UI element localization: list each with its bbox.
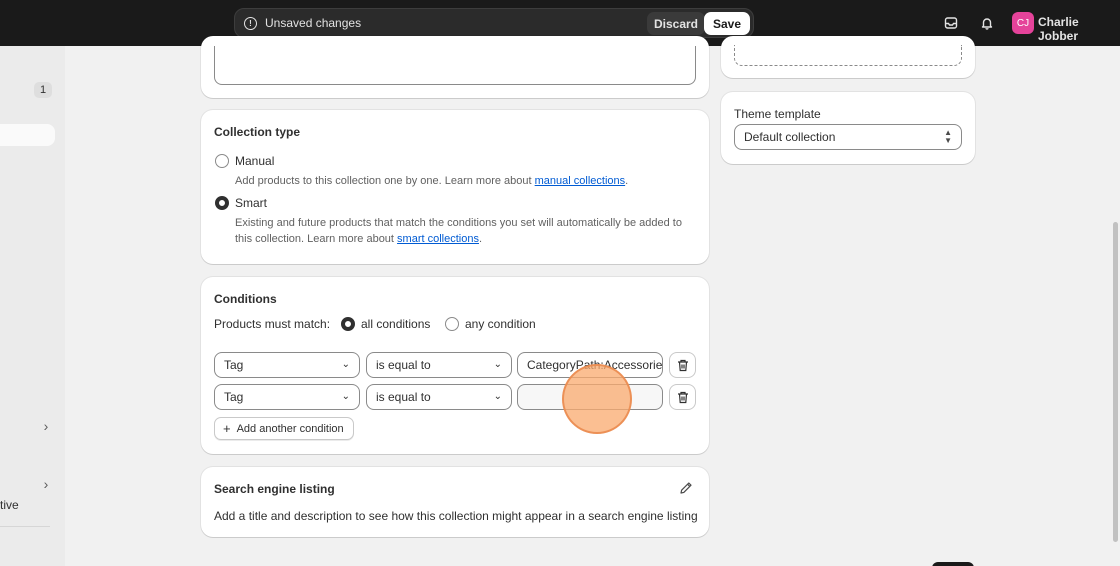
unsaved-changes-bar: ! Unsaved changes Discard Save bbox=[234, 8, 754, 38]
manual-description-text: Add products to this collection one by o… bbox=[235, 175, 535, 187]
condition-operator-select[interactable]: is equal to ⌄ bbox=[366, 352, 512, 378]
sidebar-count-badge: 1 bbox=[34, 82, 52, 98]
floating-button[interactable] bbox=[932, 562, 974, 566]
manual-radio[interactable] bbox=[215, 154, 229, 168]
edit-pencil-icon[interactable] bbox=[679, 481, 693, 495]
condition-field-value: Tag bbox=[224, 358, 244, 372]
unsaved-changes-label: Unsaved changes bbox=[265, 16, 362, 30]
sidebar: 1 › › tive bbox=[0, 46, 65, 566]
search-engine-listing-card: Search engine listing Add a title and de… bbox=[201, 467, 709, 537]
discard-button[interactable]: Discard bbox=[646, 12, 705, 35]
add-condition-label: Add another condition bbox=[236, 422, 344, 435]
seo-description: Add a title and description to see how t… bbox=[214, 509, 698, 523]
alert-circle-icon: ! bbox=[244, 16, 257, 30]
smart-label[interactable]: Smart bbox=[235, 196, 267, 210]
avatar[interactable]: CJ bbox=[1012, 12, 1034, 34]
chevron-down-icon: ⌄ bbox=[341, 359, 350, 370]
trash-icon bbox=[677, 391, 688, 403]
theme-template-card: Theme template Default collection ▲ ▼ bbox=[721, 92, 975, 164]
match-label: Products must match: bbox=[214, 317, 331, 331]
bell-icon[interactable] bbox=[976, 12, 998, 34]
description-editor[interactable] bbox=[214, 46, 696, 85]
manual-description: Add products to this collection one by o… bbox=[235, 173, 695, 189]
description-card bbox=[201, 36, 709, 98]
sidebar-item-selected[interactable] bbox=[0, 124, 55, 146]
theme-template-label: Theme template bbox=[734, 107, 821, 121]
all-conditions-label[interactable]: all conditions bbox=[361, 317, 430, 331]
seo-title: Search engine listing bbox=[214, 482, 335, 496]
sidebar-item-label[interactable]: tive bbox=[0, 498, 19, 512]
condition-operator-value: is equal to bbox=[376, 390, 431, 404]
click-indicator bbox=[562, 364, 632, 434]
condition-operator-select[interactable]: is equal to ⌄ bbox=[366, 384, 512, 410]
delete-condition-button[interactable] bbox=[669, 352, 696, 378]
conditions-title: Conditions bbox=[214, 292, 277, 306]
smart-collections-link[interactable]: smart collections bbox=[397, 233, 479, 245]
chevron-right-icon[interactable]: › bbox=[40, 418, 52, 434]
inbox-icon[interactable] bbox=[940, 12, 962, 34]
condition-field-value: Tag bbox=[224, 390, 244, 404]
conditions-card: Conditions Products must match: all cond… bbox=[201, 277, 709, 454]
collection-type-title: Collection type bbox=[214, 125, 301, 139]
smart-radio[interactable] bbox=[215, 196, 229, 210]
add-condition-button[interactable]: + Add another condition bbox=[214, 417, 354, 440]
image-dropzone[interactable] bbox=[734, 45, 962, 66]
smart-description: Existing and future products that match … bbox=[235, 215, 695, 247]
media-card bbox=[721, 36, 975, 78]
theme-template-value: Default collection bbox=[744, 130, 836, 144]
manual-collections-link[interactable]: manual collections bbox=[535, 175, 626, 187]
any-condition-label[interactable]: any condition bbox=[465, 317, 536, 331]
chevron-down-icon: ⌄ bbox=[341, 391, 350, 402]
any-condition-radio[interactable] bbox=[445, 317, 459, 331]
chevron-down-icon: ⌄ bbox=[493, 359, 502, 370]
user-name[interactable]: Charlie Jobber bbox=[1038, 15, 1120, 43]
manual-label[interactable]: Manual bbox=[235, 154, 274, 168]
collection-type-card: Collection type Manual Add products to t… bbox=[201, 110, 709, 264]
plus-icon: + bbox=[223, 421, 231, 436]
manual-description-end: . bbox=[625, 175, 629, 187]
chevron-right-icon[interactable]: › bbox=[40, 476, 52, 492]
save-button[interactable]: Save bbox=[703, 12, 750, 35]
smart-description-end: . bbox=[478, 233, 483, 245]
all-conditions-radio[interactable] bbox=[341, 317, 355, 331]
trash-icon bbox=[677, 359, 688, 371]
theme-template-select[interactable]: Default collection ▲ ▼ bbox=[734, 124, 962, 150]
condition-field-select[interactable]: Tag ⌄ bbox=[214, 352, 360, 378]
condition-operator-value: is equal to bbox=[376, 358, 431, 372]
scrollbar[interactable] bbox=[1113, 222, 1118, 542]
chevron-down-icon: ⌄ bbox=[493, 391, 502, 402]
select-arrows-icon: ▲ ▼ bbox=[944, 128, 952, 145]
delete-condition-button[interactable] bbox=[669, 384, 696, 410]
sidebar-divider bbox=[0, 526, 50, 527]
condition-field-select[interactable]: Tag ⌄ bbox=[214, 384, 360, 410]
